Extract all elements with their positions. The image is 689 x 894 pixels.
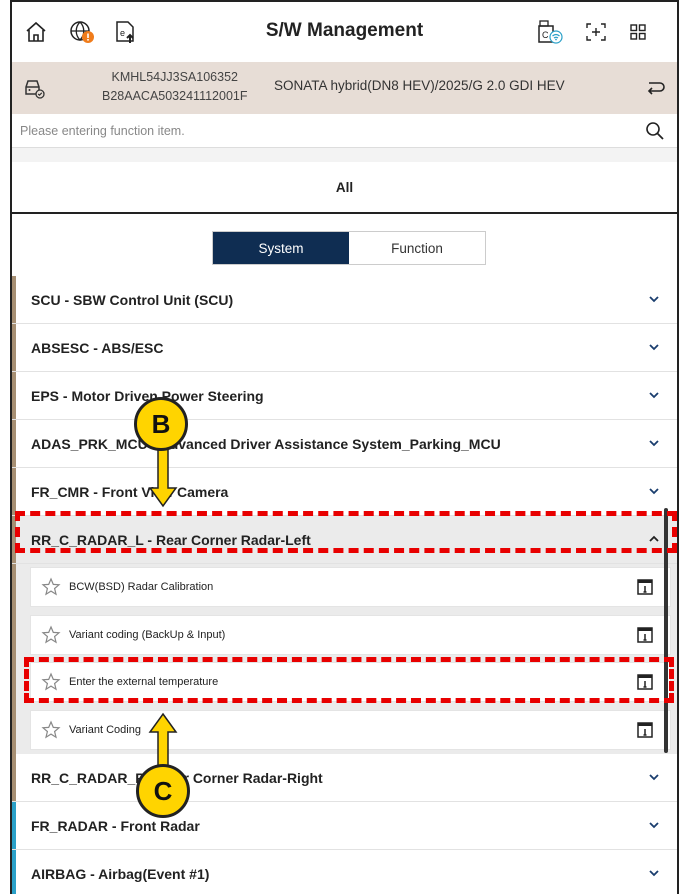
info-icon[interactable] [636,626,654,644]
vehicle-code: B28AACA503241112001F [102,89,248,103]
row-color-bar [12,850,16,894]
highlight-box-external-temp [24,657,674,703]
info-icon[interactable] [636,578,654,596]
system-row-scu[interactable]: SCU - SBW Control Unit (SCU) [12,276,677,324]
system-label: ABSESC - ABS/ESC [31,340,164,356]
row-color-bar [12,372,16,419]
vin-number: KMHL54JJ3SA106352 [111,70,238,84]
row-color-bar [12,468,16,515]
system-row-absesc[interactable]: ABSESC - ABS/ESC [12,324,677,372]
tab-all[interactable]: All [12,162,677,214]
system-row-fr-cmr[interactable]: FR_CMR - Front View Camera [12,468,677,516]
function-label: Variant coding (BackUp & Input) [69,629,226,641]
capture-icon[interactable] [582,18,610,46]
function-item[interactable]: BCW(BSD) Radar Calibration [30,567,671,607]
function-label: BCW(BSD) Radar Calibration [69,581,214,593]
system-label: AIRBAG - Airbag(Event #1) [31,866,210,882]
system-row-rr-c-radar-r[interactable]: RR_C_RADAR_R - Rear Corner Radar-Right [12,754,677,802]
callout-b: B [134,397,188,451]
chevron-down-icon[interactable] [647,340,661,354]
globe-alert-icon[interactable] [68,18,96,46]
svg-text:e: e [120,28,125,38]
highlight-box-radar-left [15,511,677,553]
system-label: ADAS_PRK_MCU - Advanced Driver Assistanc… [31,436,501,452]
function-item[interactable]: Variant coding (BackUp & Input) [30,615,671,655]
grid-menu-icon[interactable] [624,18,652,46]
star-icon[interactable] [41,625,61,645]
system-label: FR_CMR - Front View Camera [31,484,229,500]
upload-icon[interactable]: e [112,18,140,46]
arrow-down-icon [148,446,178,508]
vehicle-id-block: KMHL54JJ3SA106352 B28AACA503241112001F [102,68,247,106]
vehicle-info-bar: KMHL54JJ3SA106352 B28AACA503241112001F S… [12,62,677,114]
vehicle-model: SONATA hybrid(DN8 HEV)/2025/G 2.0 GDI HE… [274,78,565,93]
toggle-function[interactable]: Function [349,232,485,264]
search-input[interactable] [20,120,620,142]
system-row-airbag[interactable]: AIRBAG - Airbag(Event #1) [12,850,677,894]
star-icon[interactable] [41,720,61,740]
function-item[interactable]: Variant Coding [30,710,671,750]
info-icon[interactable] [636,721,654,739]
row-color-bar [12,276,16,323]
row-color-bar [12,564,16,756]
chevron-down-icon[interactable] [647,436,661,450]
separator [12,148,677,162]
chevron-down-icon[interactable] [647,484,661,498]
row-color-bar [12,802,16,849]
chevron-down-icon[interactable] [647,388,661,402]
system-row-eps[interactable]: EPS - Motor Driven Power Steering [12,372,677,420]
system-row-adas-prk[interactable]: ADAS_PRK_MCU - Advanced Driver Assistanc… [12,420,677,468]
chevron-down-icon[interactable] [647,818,661,832]
vci-wifi-icon[interactable]: C [536,18,564,46]
svg-text:C: C [542,30,549,40]
chevron-down-icon[interactable] [647,292,661,306]
search-bar [12,114,677,148]
home-icon[interactable] [22,18,50,46]
vehicle-diagnostic-icon [22,76,46,105]
chevron-down-icon[interactable] [647,866,661,880]
system-label: FR_RADAR - Front Radar [31,818,200,834]
view-toggle: System Function [212,231,486,265]
system-row-fr-radar[interactable]: FR_RADAR - Front Radar [12,802,677,850]
star-icon[interactable] [41,577,61,597]
header-bar: e S/W Management C [12,2,677,62]
search-icon[interactable] [645,121,665,146]
callout-c: C [136,764,190,818]
row-color-bar [12,420,16,467]
return-icon[interactable] [643,76,667,105]
system-label: SCU - SBW Control Unit (SCU) [31,292,234,308]
row-color-bar [12,754,16,801]
row-color-bar [12,324,16,371]
chevron-down-icon[interactable] [647,770,661,784]
toggle-system[interactable]: System [213,232,349,264]
app-frame: e S/W Management C KMHL54JJ3SA106352 B28… [10,0,679,894]
function-label: Variant Coding [69,724,141,736]
